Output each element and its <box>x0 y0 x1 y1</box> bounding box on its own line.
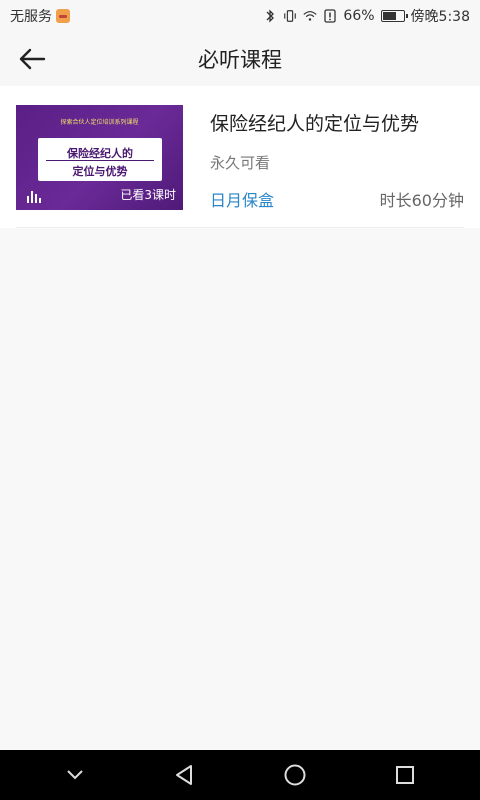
thumbnail-title-line1: 保险经纪人的 <box>67 147 133 160</box>
nav-recents-button[interactable] <box>381 751 429 799</box>
nav-home-button[interactable] <box>271 751 319 799</box>
audio-bars-icon <box>27 191 41 203</box>
course-thumbnail: 探索合伙人定位培训系列课程 保险经纪人的 定位与优势 已看3课时 <box>16 105 183 210</box>
header: 必听课程 <box>0 32 480 86</box>
status-left: 无服务 <box>10 6 70 26</box>
clock-text: 傍晚5:38 <box>410 9 470 25</box>
vibrate-icon <box>283 9 297 23</box>
bluetooth-icon <box>263 9 277 23</box>
hide-nav-button[interactable] <box>51 751 99 799</box>
chevron-down-icon <box>67 770 83 780</box>
status-right: 66% 傍晚5:38 <box>263 6 470 26</box>
course-info: 保险经纪人的定位与优势 永久可看 日月保盒 时长60分钟 <box>210 105 464 228</box>
thumbnail-title-line2: 定位与优势 <box>72 165 128 178</box>
app-badge-icon <box>56 9 70 23</box>
course-duration: 时长60分钟 <box>379 191 464 210</box>
course-item[interactable]: 探索合伙人定位培训系列课程 保险经纪人的 定位与优势 已看3课时 保险经纪人的定… <box>0 86 480 228</box>
back-triangle-icon <box>176 765 192 785</box>
status-bar: 无服务 66% 傍晚5:38 <box>0 0 480 32</box>
home-circle-icon <box>284 764 306 786</box>
course-meta: 日月保盒 时长60分钟 <box>210 187 464 211</box>
system-nav-bar <box>0 750 480 800</box>
page-title: 必听课程 <box>198 48 282 72</box>
course-list: 探索合伙人定位培训系列课程 保险经纪人的 定位与优势 已看3课时 保险经纪人的定… <box>0 86 480 228</box>
arrow-left-icon <box>19 48 46 70</box>
thumbnail-caption: 探索合伙人定位培训系列课程 <box>60 119 139 126</box>
course-title: 保险经纪人的定位与优势 <box>210 113 420 135</box>
battery-icon <box>380 10 408 22</box>
carrier-text: 无服务 <box>10 9 52 25</box>
alert-icon <box>323 9 337 23</box>
nav-back-button[interactable] <box>161 751 209 799</box>
thumbnail-title-card: 保险经纪人的 定位与优势 <box>38 138 162 181</box>
watched-progress: 已看3课时 <box>120 188 176 202</box>
back-button[interactable] <box>14 41 50 77</box>
course-access: 永久可看 <box>210 154 271 172</box>
battery-fill <box>382 12 396 20</box>
battery-percent: 66% <box>343 8 375 24</box>
wifi-icon <box>303 9 318 23</box>
recents-square-icon <box>396 766 414 784</box>
thumbnail-divider <box>46 160 154 161</box>
course-provider[interactable]: 日月保盒 <box>210 187 274 211</box>
